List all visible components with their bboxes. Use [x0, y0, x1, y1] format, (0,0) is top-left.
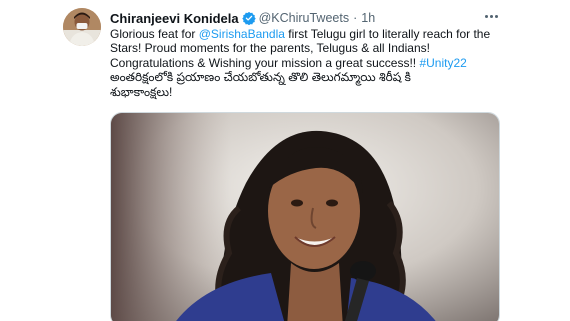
more-options-icon[interactable]: [481, 9, 501, 23]
mention-link[interactable]: @SirishaBandla: [199, 27, 285, 41]
tweet-line: Glorious feat for @SirishaBandla first T…: [110, 27, 515, 41]
telugu-text: అంతరిక్షంలోకి ప్రయాణం చేయబోతున్న తొలి తె…: [110, 70, 411, 85]
author-name[interactable]: Chiranjeevi Konidela: [110, 11, 239, 26]
text-segment: first Telugu girl to literally reach for…: [284, 27, 491, 41]
text-segment: Congratulations & Wishing your mission a…: [110, 55, 420, 70]
tweet-line: Stars! Proud moments for the parents, Te…: [110, 41, 515, 55]
tweet-header: Chiranjeevi Konidela @KChiruTweets · 1h: [110, 9, 375, 27]
author-handle[interactable]: @KChiruTweets: [259, 11, 350, 25]
telugu-text: శుభాకాంక్షలు!: [110, 84, 173, 99]
tweet-line: Congratulations & Wishing your mission a…: [110, 56, 515, 70]
tweet-text: Glorious feat for @SirishaBandla first T…: [110, 27, 515, 99]
tweet-timestamp[interactable]: 1h: [361, 11, 375, 25]
verified-badge-icon: [241, 11, 256, 26]
author-avatar[interactable]: [63, 8, 101, 46]
tweet-photo[interactable]: [110, 112, 500, 321]
text-segment: Stars! Proud moments for the parents, Te…: [110, 41, 430, 56]
tweet-line: శుభాకాంక్షలు!: [110, 85, 515, 99]
tweet[interactable]: Chiranjeevi Konidela @KChiruTweets · 1h …: [0, 0, 570, 321]
text-segment: Glorious feat for: [110, 27, 199, 41]
tweet-line: అంతరిక్షంలోకి ప్రయాణం చేయబోతున్న తొలి తె…: [110, 70, 515, 84]
hashtag-link[interactable]: #Unity22: [419, 56, 466, 70]
separator-dot: ·: [353, 11, 358, 25]
